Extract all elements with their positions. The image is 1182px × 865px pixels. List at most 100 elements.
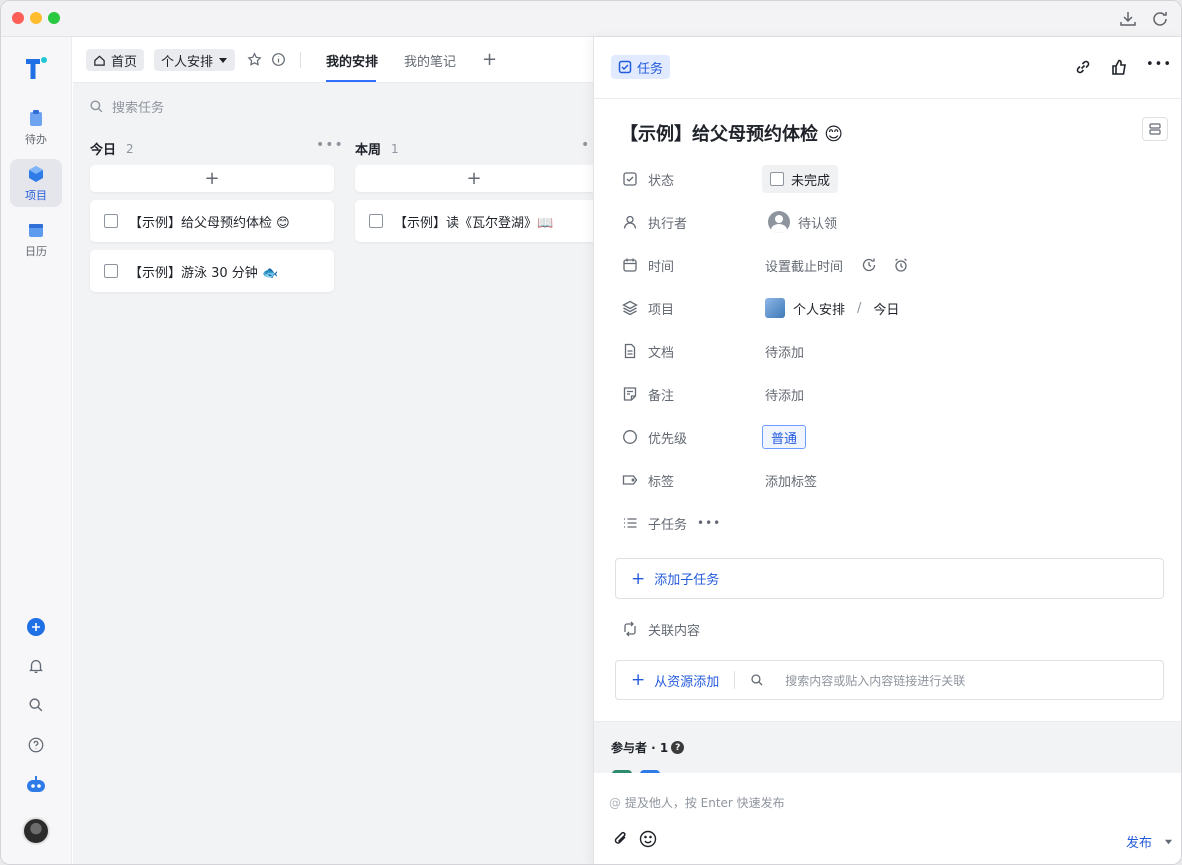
assignee-value[interactable]: 待认领 [768, 210, 837, 234]
layout-toggle-icon[interactable] [1142, 117, 1168, 141]
clipboard-icon [30, 109, 42, 126]
add-task-button[interactable]: + [90, 165, 334, 192]
tags-value[interactable]: 添加标签 [765, 468, 817, 492]
task-card[interactable]: 【示例】给父母预约体检 😊 [90, 200, 334, 242]
field-doc: 文档 [622, 339, 674, 363]
emoji-icon[interactable] [638, 829, 658, 849]
title-bar [1, 1, 1181, 37]
info-icon[interactable] [271, 52, 286, 71]
priority-badge[interactable]: 普通 [762, 425, 807, 449]
rail-item-todo[interactable]: 待办 [10, 103, 62, 151]
field-label: 关联内容 [648, 623, 701, 639]
field-related: 关联内容 [622, 617, 700, 641]
add-subtask-button[interactable]: + 添加子任务 [615, 558, 1164, 599]
task-search[interactable]: 搜索任务 [89, 97, 164, 116]
board-top-bar: 首页 个人安排 我的安排 我的笔记 + [73, 37, 593, 83]
home-icon [94, 55, 105, 66]
column-header-today: 今日 2 [90, 139, 134, 159]
avatar-placeholder-icon [768, 211, 790, 233]
app-window: 待办 项目 日历 首页 个人安排 我的安排 我的笔记 + 搜索任务 今日 2 •… [0, 0, 1182, 865]
add-tab-plus-icon[interactable]: + [482, 49, 497, 70]
tag-icon [622, 475, 638, 485]
tab-my-notes[interactable]: 我的笔记 [404, 51, 456, 70]
bell-icon[interactable] [25, 655, 47, 677]
column-header-week: 本周 1 [355, 139, 399, 159]
home-button[interactable]: 首页 [86, 49, 145, 71]
task-card[interactable]: 【示例】游泳 30 分钟 🐟 [90, 250, 334, 292]
field-label: 状态 [648, 173, 675, 189]
field-project: 项目 [622, 296, 674, 320]
star-icon[interactable] [247, 52, 262, 71]
column-more-icon[interactable]: ••• [316, 137, 344, 153]
rail-item-calendar[interactable]: 日历 [10, 215, 62, 263]
task-checkbox[interactable] [104, 214, 118, 228]
note-value[interactable]: 待添加 [765, 382, 804, 406]
time-value[interactable]: 设置截止时间 [765, 253, 909, 277]
rail-item-label: 待办 [25, 132, 47, 146]
download-icon[interactable] [1118, 9, 1138, 29]
layers-icon [622, 300, 638, 316]
caret-down-icon[interactable] [1164, 837, 1173, 846]
comment-placeholder: 提及他人，按 Enter 快速发布 [624, 796, 785, 810]
close-window-button[interactable] [12, 12, 24, 24]
doc-value[interactable]: 待添加 [765, 339, 804, 363]
mention-icon: @ [609, 796, 621, 810]
thumbs-up-icon[interactable] [1110, 58, 1128, 76]
plus-icon: + [631, 568, 646, 589]
task-title[interactable]: 【示例】给父母预约体检 😊 [620, 120, 843, 146]
add-task-button[interactable]: + [355, 165, 593, 192]
rail-item-label: 日历 [25, 244, 47, 258]
subtask-more-icon[interactable]: ••• [697, 516, 721, 530]
project-separator: / [857, 300, 862, 316]
priority-value[interactable]: 普通 [762, 425, 807, 449]
task-card[interactable]: 【示例】读《瓦尔登湖》📖 [355, 200, 593, 242]
rail-item-project[interactable]: 项目 [10, 159, 62, 207]
create-plus-icon[interactable] [25, 616, 47, 638]
comment-input[interactable]: @ 提及他人，按 Enter 快速发布 [609, 794, 785, 811]
add-from-resource-button[interactable]: 从资源添加 [654, 671, 719, 690]
user-avatar[interactable] [22, 817, 50, 845]
field-label: 备注 [648, 388, 675, 404]
detail-header: 任务 ••• [594, 37, 1181, 99]
rail-item-label: 项目 [25, 188, 47, 202]
status-checkbox[interactable] [770, 172, 784, 186]
field-label: 优先级 [648, 431, 688, 447]
circle-icon [623, 430, 637, 444]
link-icon[interactable] [1074, 58, 1092, 76]
task-checkbox[interactable] [369, 214, 383, 228]
column-more-icon[interactable]: • [581, 137, 590, 153]
search-icon [751, 674, 763, 686]
task-tag-label: 任务 [637, 61, 664, 77]
repeat-icon[interactable] [861, 257, 877, 273]
comment-box[interactable]: @ 提及他人，按 Enter 快速发布 发布 [594, 773, 1181, 864]
project-value[interactable]: 个人安排 / 今日 [765, 296, 899, 320]
search-icon[interactable] [25, 694, 47, 716]
assistant-robot-icon[interactable] [25, 774, 47, 796]
help-icon[interactable]: ? [671, 741, 685, 754]
active-tab-indicator [326, 80, 376, 82]
zoom-window-button[interactable] [48, 12, 60, 24]
publish-button[interactable]: 发布 [1126, 832, 1173, 851]
sync-icon[interactable] [1150, 9, 1170, 29]
tab-my-schedule[interactable]: 我的安排 [326, 51, 378, 70]
caret-down-icon [219, 58, 228, 63]
attachment-icon[interactable] [611, 829, 631, 849]
assignee-text: 待认领 [798, 216, 838, 232]
alarm-icon[interactable] [893, 257, 909, 273]
minimize-window-button[interactable] [30, 12, 42, 24]
task-checkbox[interactable] [104, 264, 118, 278]
more-options-icon[interactable]: ••• [1146, 57, 1171, 75]
participants-label: 参与者 · 1 ? [611, 739, 685, 756]
help-icon[interactable] [25, 734, 47, 756]
related-search-input[interactable]: 搜索内容或贴入内容链接进行关联 [785, 672, 965, 689]
field-label: 标签 [648, 474, 675, 490]
status-text: 未完成 [791, 173, 831, 189]
relation-icon [624, 621, 636, 637]
person-icon [623, 215, 637, 229]
project-icon [765, 298, 785, 318]
project-cube-icon [29, 165, 43, 182]
task-board: 首页 个人安排 我的安排 我的笔记 + 搜索任务 今日 2 ••• + 【示例】… [73, 37, 593, 864]
status-value[interactable]: 未完成 [762, 165, 839, 193]
project-switcher[interactable]: 个人安排 [154, 49, 236, 71]
status-chip[interactable]: 未完成 [762, 165, 839, 193]
